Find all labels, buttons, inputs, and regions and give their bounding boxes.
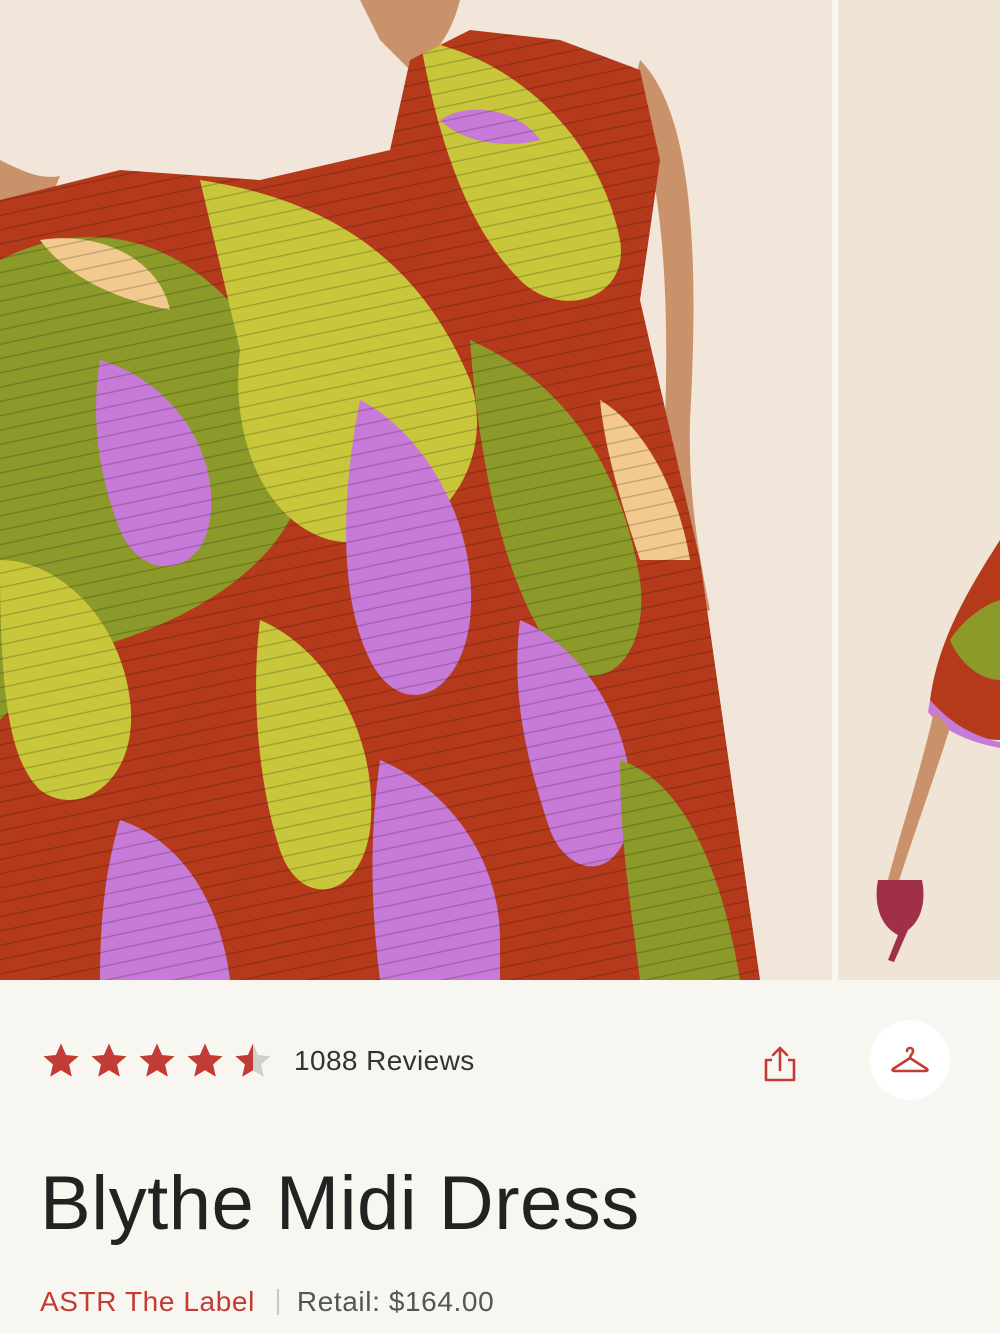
star-filled-icon (139, 1043, 175, 1077)
share-button[interactable] (752, 1036, 808, 1092)
product-title: Blythe Midi Dress (40, 1161, 640, 1246)
add-to-closet-button[interactable] (870, 1020, 950, 1100)
product-meta: ASTR The Label Retail: $164.00 (40, 1286, 494, 1318)
product-photo-second[interactable] (838, 0, 1000, 980)
star-half-icon (235, 1043, 271, 1077)
model-back-view-image (838, 0, 1000, 980)
brand-link[interactable]: ASTR The Label (40, 1286, 255, 1318)
rating-summary[interactable]: 1088 Reviews (40, 1038, 475, 1084)
product-image-gallery[interactable] (0, 0, 1000, 980)
share-icon (764, 1046, 796, 1082)
product-info-panel: 1088 Reviews Blythe Midi Dress ASTR The … (0, 980, 1000, 1333)
star-filled-icon (187, 1043, 223, 1077)
star-rating (40, 1040, 274, 1082)
review-count-link[interactable]: 1088 Reviews (294, 1045, 475, 1077)
star-filled-icon (43, 1043, 79, 1077)
model-in-dress-image (0, 0, 832, 980)
product-photo-main[interactable] (0, 0, 832, 980)
meta-divider (276, 1289, 279, 1315)
hanger-icon (891, 1046, 929, 1073)
star-filled-icon (91, 1043, 127, 1077)
retail-price: Retail: $164.00 (296, 1286, 495, 1317)
